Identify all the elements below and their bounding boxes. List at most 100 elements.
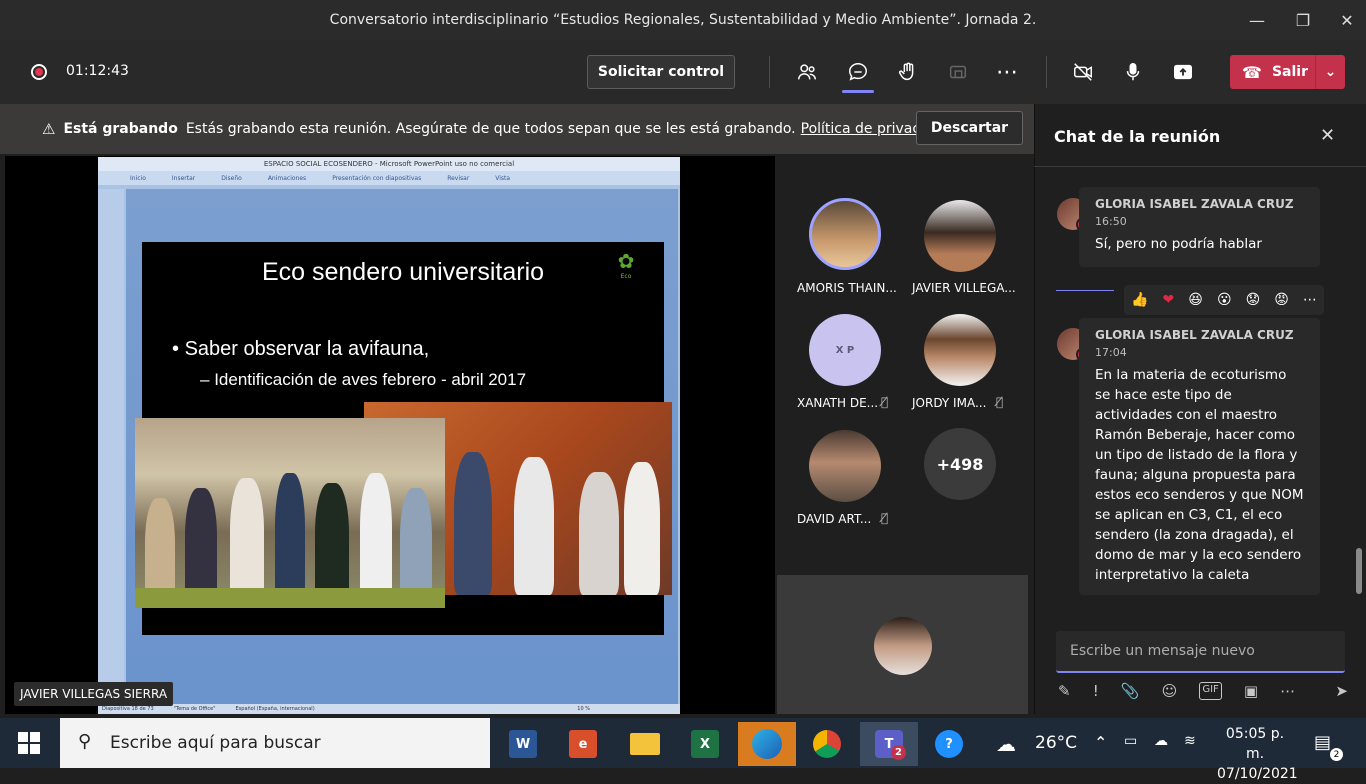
weather-temperature[interactable]: 26°C xyxy=(1035,733,1077,753)
clock-date: 07/10/2021 xyxy=(1217,766,1298,782)
windows-start-icon[interactable] xyxy=(18,732,40,754)
cloud-sync-icon[interactable]: ☁ xyxy=(1154,733,1168,749)
excel-icon[interactable]: X xyxy=(682,722,728,766)
format-icon[interactable]: ✎ xyxy=(1058,682,1071,700)
file-explorer-icon[interactable] xyxy=(622,722,668,766)
taskbar-search-placeholder: Escribe aquí para buscar xyxy=(110,733,321,753)
help-icon[interactable]: ? xyxy=(926,722,972,766)
banner-bold-text: Está grabando xyxy=(63,121,178,137)
search-icon: ⚲ xyxy=(78,731,92,752)
heart-reaction-icon[interactable]: ❤ xyxy=(1163,292,1175,308)
sad-reaction-icon[interactable]: 😟 xyxy=(1246,292,1261,308)
laugh-reaction-icon[interactable]: 😆 xyxy=(1188,292,1203,308)
emoji-icon[interactable]: ☺ xyxy=(1162,682,1178,700)
chevron-down-icon[interactable]: ⌄ xyxy=(1315,55,1345,89)
chevron-up-icon[interactable]: ⌃ xyxy=(1094,733,1107,752)
camera-off-icon[interactable] xyxy=(1067,56,1099,88)
warning-icon: ⚠ xyxy=(42,120,56,138)
eco-logo: ✿ Eco xyxy=(600,249,652,287)
chat-title: Chat de la reunión xyxy=(1054,127,1221,146)
sticker-icon[interactable]: ▣ xyxy=(1244,682,1258,700)
system-clock[interactable]: 05:05 p. m. 07/10/2021 xyxy=(1217,724,1298,784)
send-icon[interactable]: ➤ xyxy=(1335,682,1348,700)
participants-icon[interactable] xyxy=(791,56,823,88)
angry-reaction-icon[interactable]: 😡 xyxy=(1274,292,1289,308)
notifications-icon[interactable]: ▤ xyxy=(1314,732,1331,753)
share-screen-icon[interactable] xyxy=(1167,56,1199,88)
more-participants-count: +498 xyxy=(936,454,984,474)
toolbar-divider xyxy=(769,56,770,88)
important-icon[interactable]: ! xyxy=(1093,682,1099,700)
mic-muted-icon: 🎙̸ xyxy=(881,395,889,409)
word-icon[interactable]: W xyxy=(500,722,546,766)
avatar xyxy=(924,314,996,386)
more-participants-button[interactable]: +498 xyxy=(924,428,996,500)
ppt-tab: Presentación con diapositivas xyxy=(332,174,422,182)
message-author: GLORIA ISABEL ZAVALA CRUZ xyxy=(1095,197,1294,211)
window-title-bar: Conversatorio interdisciplinario “Estudi… xyxy=(0,0,1366,40)
eco-logo-text: Eco xyxy=(620,273,632,280)
notification-badge: 2 xyxy=(1330,748,1343,761)
message-time: 17:04 xyxy=(1095,346,1127,359)
chat-header-divider xyxy=(1034,166,1366,167)
ppt-title-bar: ESPACIO SOCIAL ECOSENDERO - Microsoft Po… xyxy=(98,157,680,171)
taskbar-search-input[interactable]: Escribe aquí para buscar xyxy=(60,718,490,768)
participant-name: JORDY IMA... xyxy=(912,396,987,410)
dismiss-banner-button[interactable]: Descartar xyxy=(916,111,1023,145)
slide-bullet: • Saber observar la avifauna, xyxy=(172,338,430,360)
birdwatching-photo-1 xyxy=(135,418,445,608)
message-text: Sí, pero no podría hablar xyxy=(1095,236,1262,252)
toolbar-divider xyxy=(1046,56,1047,88)
reaction-bar: 👍 ❤ 😆 😮 😟 😡 ⋯ xyxy=(1124,285,1324,315)
slide-sub-bullet-text: Identificación de aves febrero - abril 2… xyxy=(214,370,527,389)
ppt-status-bar: Diapositiva 18 de 73 "Tema de Office" Es… xyxy=(98,704,680,714)
request-control-button[interactable]: Solicitar control xyxy=(587,55,735,89)
ppt-tab: Animaciones xyxy=(267,174,307,182)
new-messages-divider xyxy=(1056,290,1114,291)
message-author: GLORIA ISABEL ZAVALA CRUZ xyxy=(1095,328,1294,342)
ppt-tab: Insertar xyxy=(171,174,196,182)
microphone-icon[interactable] xyxy=(1117,56,1149,88)
teams-icon[interactable]: T 2 xyxy=(860,722,918,766)
more-options-icon[interactable]: ⋯ xyxy=(1303,292,1317,308)
edge-classic-icon[interactable]: e xyxy=(560,722,606,766)
ppt-ribbon-tabs: Inicio Insertar Diseño Animaciones Prese… xyxy=(98,171,680,185)
leave-button[interactable]: ☎ Salir ⌄ xyxy=(1230,55,1345,89)
rooms-icon[interactable] xyxy=(942,56,974,88)
mic-muted-icon: 🎙̸ xyxy=(996,395,1004,409)
avatar xyxy=(924,200,996,272)
presenter-name-label: JAVIER VILLEGAS SIERRA xyxy=(14,682,174,706)
close-chat-icon[interactable]: ✕ xyxy=(1320,125,1335,146)
ppt-slide-thumbnails xyxy=(98,189,124,707)
teams-badge: 2 xyxy=(891,745,906,760)
grass-strip xyxy=(135,588,445,608)
edge-icon[interactable] xyxy=(738,722,796,766)
maximize-button[interactable]: ❐ xyxy=(1280,0,1326,40)
more-actions-icon[interactable]: ⋯ xyxy=(991,56,1023,88)
weather-icon: ☁ xyxy=(996,732,1016,756)
ppt-tab: Vista xyxy=(495,174,511,182)
wifi-icon[interactable]: ≋ xyxy=(1184,733,1196,749)
chat-scrollbar[interactable] xyxy=(1356,548,1362,594)
compose-message-input[interactable]: Escribe un mensaje nuevo xyxy=(1056,631,1345,673)
raise-hand-icon[interactable] xyxy=(892,56,924,88)
chat-icon[interactable] xyxy=(842,56,874,88)
participant-name: AMORIS THAIN... xyxy=(797,281,897,295)
avatar xyxy=(809,430,881,502)
ppt-status-slide: Diapositiva 18 de 73 xyxy=(102,706,154,712)
avatar-initials: X P xyxy=(835,344,855,356)
surprised-reaction-icon[interactable]: 😮 xyxy=(1217,292,1232,308)
gif-icon[interactable]: GIF xyxy=(1199,682,1222,700)
recording-banner: ⚠ Está grabando Estás grabando esta reun… xyxy=(0,104,1034,154)
ppt-tab: Revisar xyxy=(447,174,470,182)
leave-label: Salir xyxy=(1271,64,1308,80)
minimize-button[interactable]: — xyxy=(1234,0,1280,40)
phone-hangup-icon: ☎ xyxy=(1242,62,1262,82)
attach-icon[interactable]: 📎 xyxy=(1121,682,1140,700)
ppt-status-theme: "Tema de Office" xyxy=(173,706,216,712)
close-window-button[interactable]: ✕ xyxy=(1324,0,1366,40)
more-compose-icon[interactable]: ⋯ xyxy=(1280,682,1295,700)
battery-icon[interactable]: ▭ xyxy=(1124,733,1137,749)
like-reaction-icon[interactable]: 👍 xyxy=(1131,292,1148,308)
chrome-icon[interactable] xyxy=(804,722,850,766)
